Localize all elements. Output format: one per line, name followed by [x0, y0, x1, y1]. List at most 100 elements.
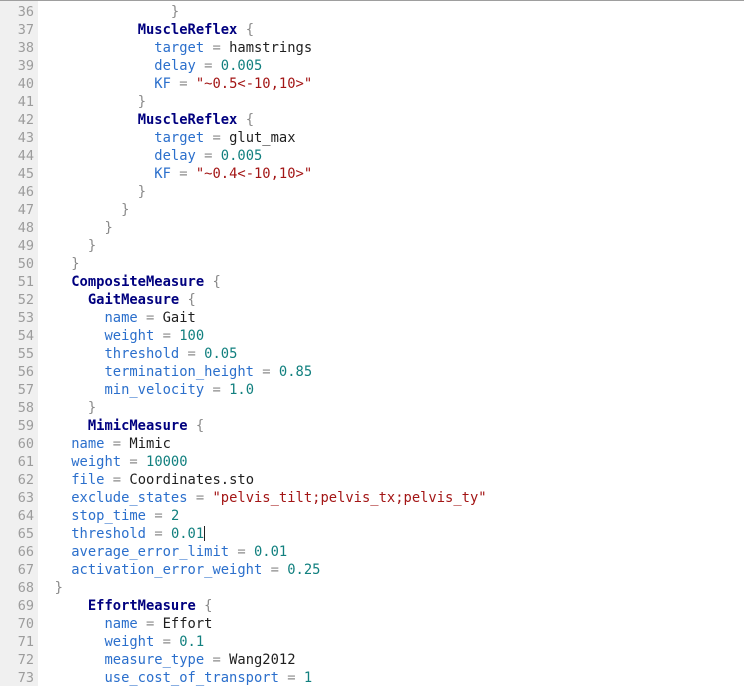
code-line[interactable]: weight = 0.1 — [38, 633, 744, 651]
token-type: EffortMeasure — [87, 598, 196, 614]
line-number: 56 — [17, 364, 34, 380]
code-editor[interactable]: 36 37 38 39 40 41 42 43 44 45 46 47 48 49 50 51 52 53 54 55… — [0, 0, 744, 686]
token-punc: = — [212, 40, 221, 56]
token-punc: { — [204, 598, 213, 614]
code-line[interactable]: stop_time = 2 — [38, 507, 744, 525]
token-punc: } — [170, 4, 180, 20]
code-line[interactable]: delay = 0.005 — [38, 57, 744, 75]
code-line[interactable]: name = Mimic — [38, 435, 744, 453]
code-line[interactable]: name = Gait — [38, 309, 744, 327]
code-line[interactable]: } — [38, 201, 744, 219]
code-line[interactable]: weight = 10000 — [38, 453, 744, 471]
code-line[interactable]: file = Coordinates.sto — [38, 471, 744, 489]
token-str: "pelvis_tilt;pelvis_tx;pelvis_ty" — [212, 490, 487, 506]
code-line[interactable]: measure_type = Wang2012 — [38, 651, 744, 669]
token-punc: = — [129, 454, 138, 470]
code-line[interactable]: threshold = 0.05 — [38, 345, 744, 363]
line-number: 43 — [17, 130, 34, 146]
code-content-area[interactable]: } MuscleReflex { target = hamstrings del… — [38, 1, 744, 686]
token-num: 1.0 — [229, 382, 254, 398]
code-line[interactable]: delay = 0.005 — [38, 147, 744, 165]
code-line[interactable]: MimicMeasure { — [38, 417, 744, 435]
code-line[interactable]: use_cost_of_transport = 1 — [38, 669, 744, 686]
token-prop: min_velocity — [104, 382, 205, 398]
code-line[interactable]: weight = 100 — [38, 327, 744, 345]
token-punc: = — [179, 166, 188, 182]
code-line[interactable]: GaitMeasure { — [38, 291, 744, 309]
code-line[interactable]: } — [38, 237, 744, 255]
token-plain: Mimic — [129, 436, 171, 452]
token-prop: name — [71, 436, 105, 452]
line-number: 57 — [17, 382, 34, 398]
token-prop: threshold — [104, 346, 180, 362]
code-line[interactable]: KF = "~0.5<-10,10>" — [38, 75, 744, 93]
line-number: 47 — [17, 202, 34, 218]
token-punc: { — [245, 22, 254, 38]
token-prop: average_error_limit — [71, 544, 230, 560]
token-punc: { — [187, 292, 196, 308]
token-punc: = — [154, 508, 163, 524]
line-number: 71 — [17, 634, 34, 650]
code-line[interactable]: } — [38, 399, 744, 417]
token-prop: stop_time — [71, 508, 146, 524]
code-line[interactable]: average_error_limit = 0.01 — [38, 543, 744, 561]
code-line[interactable]: activation_error_weight = 0.25 — [38, 561, 744, 579]
code-line[interactable]: threshold = 0.01 — [38, 525, 744, 543]
line-number-list: 36 37 38 39 40 41 42 43 44 45 46 47 48 49 50 51 52 53 54 55… — [0, 1, 38, 686]
code-line[interactable]: termination_height = 0.85 — [38, 363, 744, 381]
token-plain: Gait — [162, 310, 196, 326]
token-num: 0.85 — [278, 364, 313, 380]
code-line[interactable]: min_velocity = 1.0 — [38, 381, 744, 399]
code-line[interactable]: } — [38, 219, 744, 237]
code-line[interactable]: EffortMeasure { — [38, 597, 744, 615]
token-plain: Effort — [162, 616, 213, 632]
line-number: 51 — [17, 274, 34, 290]
token-punc: = — [154, 526, 163, 542]
line-number: 48 — [17, 220, 34, 236]
code-line[interactable]: } — [38, 255, 744, 273]
token-punc: } — [71, 256, 80, 272]
code-line[interactable]: exclude_states = "pelvis_tilt;pelvis_tx;… — [38, 489, 744, 507]
code-line[interactable]: target = glut_max — [38, 129, 744, 147]
code-line[interactable]: target = hamstrings — [38, 39, 744, 57]
token-plain: Coordinates.sto — [129, 472, 255, 488]
token-prop: weight — [71, 454, 122, 470]
code-line[interactable]: KF = "~0.4<-10,10>" — [38, 165, 744, 183]
line-number: 66 — [17, 544, 34, 560]
token-num: 0.05 — [204, 346, 238, 362]
token-prop: weight — [104, 328, 155, 344]
code-line[interactable]: CompositeMeasure { — [38, 273, 744, 291]
code-line[interactable]: MuscleReflex { — [38, 21, 744, 39]
code-line[interactable]: } — [38, 93, 744, 111]
code-line[interactable]: MuscleReflex { — [38, 111, 744, 129]
code-line[interactable]: } — [38, 183, 744, 201]
code-line[interactable]: } — [38, 579, 744, 597]
token-punc: } — [87, 400, 97, 416]
code-line[interactable]: name = Effort — [38, 615, 744, 633]
line-number: 50 — [17, 256, 34, 272]
code-line[interactable]: } — [38, 3, 744, 21]
